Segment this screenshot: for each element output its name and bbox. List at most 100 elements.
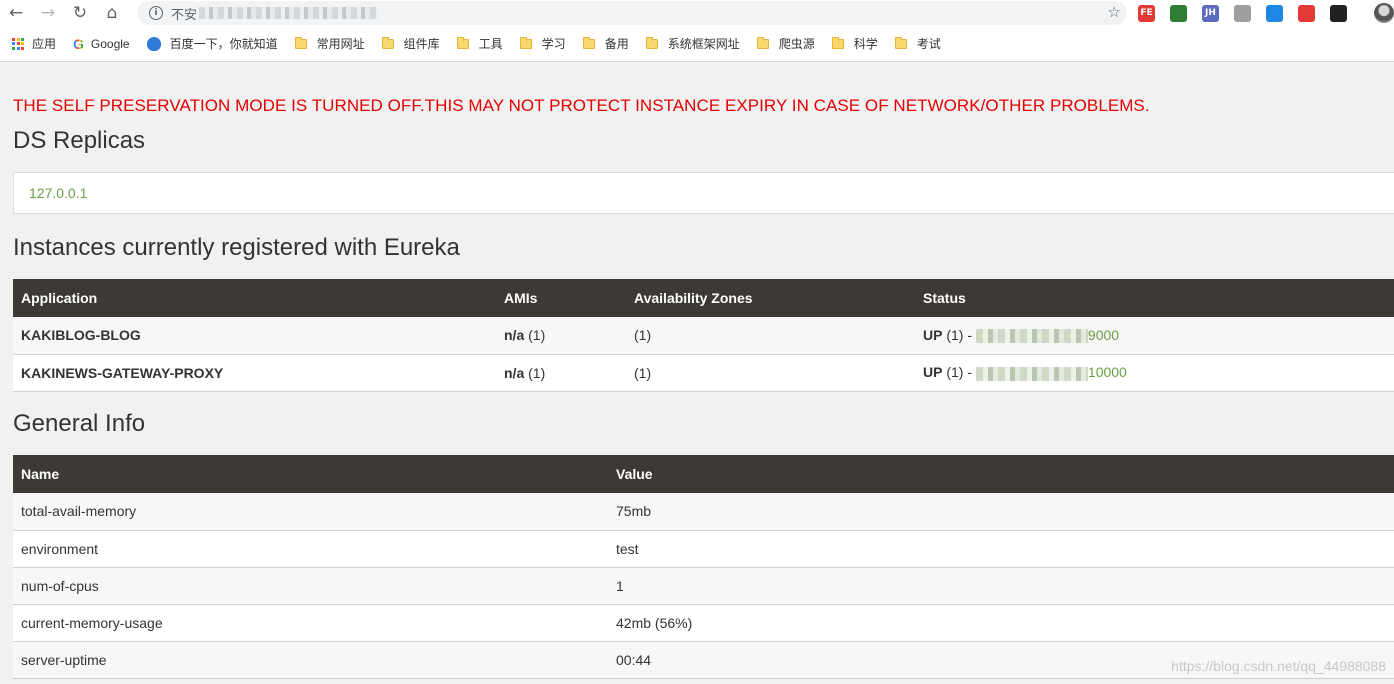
csdn-watermark: https://blog.csdn.net/qq_44988088 (1171, 658, 1386, 674)
status-cell: UP (1) - 10000 (915, 354, 1394, 391)
status-count: (1) - (946, 327, 973, 344)
baidu-paw-icon (146, 36, 161, 51)
bookmark-blue-icon[interactable] (1266, 4, 1283, 22)
reload-icon: ↻ (72, 3, 88, 23)
folder-icon (519, 36, 532, 49)
bookmark-label: 组件库 (403, 37, 440, 51)
bookmark-label: 常用网址 (316, 37, 365, 51)
application-name: KAKIBLOG-BLOG (21, 327, 141, 344)
instance-link[interactable]: 9000 (975, 327, 1120, 344)
google-icon: G (73, 35, 84, 52)
redacted-host (975, 329, 1088, 344)
ami-value: n/a (504, 327, 525, 344)
extensions-area: FE JH (1138, 3, 1362, 23)
bookmark-folder-frameworks[interactable]: 系统框架网址 (645, 35, 740, 52)
general-info-title: General Info (13, 410, 146, 437)
ami-count: (1) (528, 327, 546, 344)
ami-value: n/a (504, 364, 525, 381)
bookmark-label: 备用 (604, 37, 629, 51)
bookmark-folder-tools[interactable]: 工具 (456, 35, 503, 52)
instance-link[interactable]: 10000 (975, 364, 1127, 381)
jh-icon[interactable]: JH (1202, 4, 1219, 22)
home-button[interactable]: ⌂ (96, 0, 128, 26)
bookmark-label: 百度一下，你就知道 (169, 37, 278, 51)
table-row: KAKINEWS-GATEWAY-PROXY n/a (1) (1) UP (1… (13, 354, 1394, 391)
column-header: AMIs (504, 290, 538, 306)
info-value: 42mb (56%) (616, 614, 693, 631)
ami-cell: n/a (1) (496, 354, 626, 391)
status-value: UP (923, 364, 943, 381)
folder-icon (294, 36, 307, 49)
bookmark-folder-science[interactable]: 科学 (831, 35, 878, 52)
table-row: environment test (13, 530, 1394, 567)
bookmark-star-icon[interactable]: ☆ (1108, 3, 1121, 21)
address-redacted-url (199, 7, 380, 19)
reload-button[interactable]: ↻ (64, 0, 96, 26)
column-header: Status (923, 290, 966, 306)
cookie-icon[interactable] (1298, 4, 1315, 22)
instances-table: Application AMIs Availability Zones Stat… (13, 279, 1394, 392)
bookmark-folder-backup[interactable]: 备用 (582, 35, 629, 52)
browser-toolbar: ← → ↻ ⌂ i 不安 ☆ FE JH (0, 0, 1394, 26)
bookmark-folder-study[interactable]: 学习 (519, 35, 566, 52)
bookmark-label: 应用 (32, 37, 57, 51)
instances-header-row: Application AMIs Availability Zones Stat… (13, 279, 1394, 317)
application-name: KAKINEWS-GATEWAY-PROXY (21, 364, 224, 381)
bookmark-apps[interactable]: 应用 (12, 35, 56, 52)
info-value: test (616, 540, 639, 557)
bookmark-google[interactable]: G Google (73, 36, 130, 52)
replica-link[interactable]: 127.0.0.1 (29, 185, 87, 201)
bookmark-folder-components[interactable]: 组件库 (381, 35, 440, 52)
folder-icon (894, 36, 907, 49)
info-value: 75mb (616, 503, 652, 520)
bookmark-folder-crawler[interactable]: 爬虫源 (756, 35, 815, 52)
table-row: KAKIBLOG-BLOG n/a (1) (1) UP (1) - 9000 (13, 317, 1394, 354)
column-header: Availability Zones (634, 290, 753, 306)
redacted-host (975, 366, 1088, 381)
folder-icon (645, 36, 658, 49)
instance-port: 9000 (1087, 327, 1120, 344)
general-info-table: Name Value total-avail-memory 75mb envir… (13, 455, 1394, 679)
profile-avatar[interactable] (1374, 3, 1394, 23)
bookmark-label: 工具 (478, 37, 503, 51)
status-count: (1) - (946, 364, 973, 381)
zones-cell: (1) (634, 327, 652, 344)
address-bar[interactable]: i 不安 ☆ (137, 1, 1127, 25)
column-header: Value (616, 466, 653, 482)
dark-extension-icon[interactable] (1330, 4, 1347, 22)
eureka-dashboard: THE SELF PRESERVATION MODE IS TURNED OFF… (0, 63, 1394, 684)
folder-icon (582, 36, 595, 49)
home-icon: ⌂ (106, 3, 118, 23)
ds-replicas-title: DS Replicas (13, 127, 146, 154)
evernote-icon[interactable] (1170, 4, 1187, 22)
column-header: Name (21, 466, 60, 482)
info-name: current-memory-usage (21, 614, 163, 631)
fe-helper-icon[interactable]: FE (1138, 4, 1155, 22)
bookmark-baidu[interactable]: 百度一下，你就知道 (146, 35, 278, 52)
back-button[interactable]: ← (0, 0, 32, 26)
instance-port: 10000 (1087, 364, 1127, 381)
bookmark-folder-exam[interactable]: 考试 (894, 35, 941, 52)
table-row: num-of-cpus 1 (13, 567, 1394, 604)
bookmark-label: 系统框架网址 (667, 37, 740, 51)
info-name: total-avail-memory (21, 503, 137, 520)
bookmark-label: 爬虫源 (778, 37, 815, 51)
folder-icon (456, 36, 469, 49)
info-icon[interactable]: i (149, 6, 163, 20)
table-row: total-avail-memory 75mb (13, 493, 1394, 530)
bookmark-folder-common[interactable]: 常用网址 (294, 35, 365, 52)
folder-icon (381, 36, 394, 49)
bookmark-label: 考试 (916, 37, 941, 51)
ami-count: (1) (528, 364, 546, 381)
ds-replicas-list: 127.0.0.1 (13, 172, 1394, 214)
status-cell: UP (1) - 9000 (915, 317, 1394, 354)
info-value: 1 (616, 577, 624, 594)
bookmark-label: Google (90, 36, 130, 51)
bookmark-label: 科学 (853, 37, 878, 51)
apps-grid-icon (12, 37, 24, 50)
table-row: current-memory-usage 42mb (56%) (13, 604, 1394, 641)
forward-button[interactable]: → (32, 0, 64, 26)
zones-cell: (1) (634, 364, 652, 381)
extension-grey-icon[interactable] (1234, 4, 1251, 22)
column-header: Application (21, 290, 98, 306)
